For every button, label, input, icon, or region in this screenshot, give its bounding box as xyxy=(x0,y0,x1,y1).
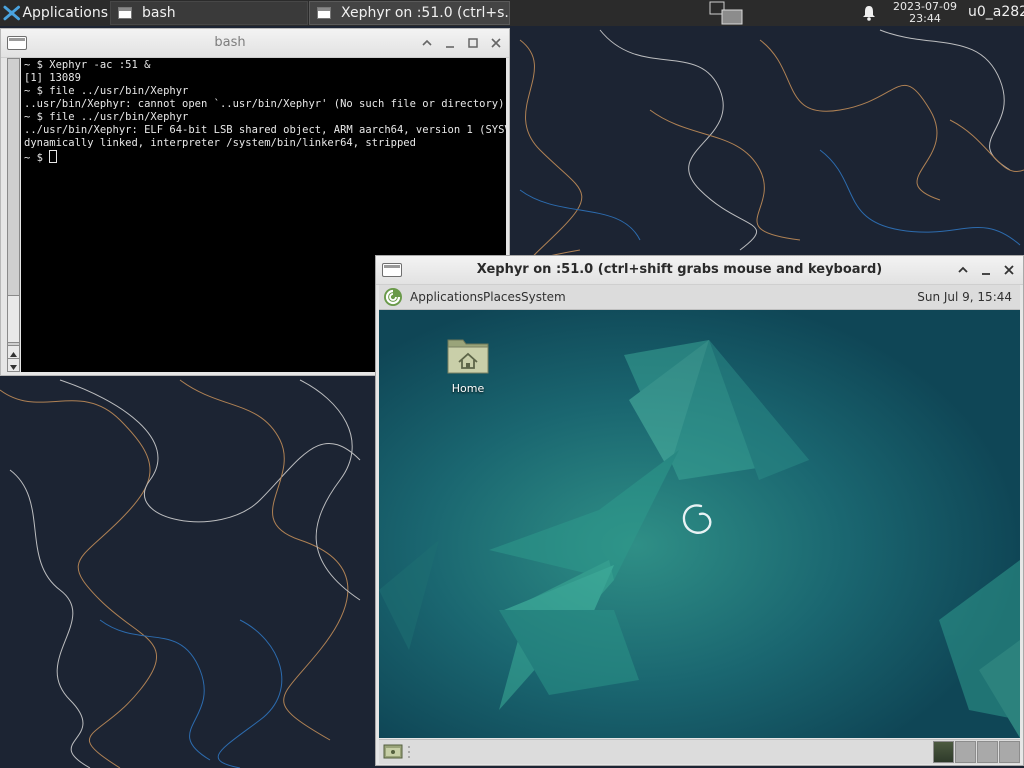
minimize-icon[interactable] xyxy=(442,35,458,51)
terminal-line: dynamically linked, interpreter /system/… xyxy=(24,137,416,149)
workspace-3[interactable] xyxy=(977,741,998,763)
workspace-switcher-icon[interactable] xyxy=(708,1,744,25)
applications-label: Applications xyxy=(22,5,108,21)
xephyr-window: Xephyr on :51.0 (ctrl+shift grabs mouse … xyxy=(375,255,1024,766)
panel-clock[interactable]: 2023-07-09 23:44 xyxy=(886,1,964,25)
workspace-1[interactable] xyxy=(933,741,954,763)
terminal-line: [1] 13089 xyxy=(24,72,81,84)
mate-bottom-panel xyxy=(379,739,1020,764)
top-panel: Applications bash Xephyr on :51.0 (ctrl+… xyxy=(0,0,1024,26)
taskbar-button-xephyr[interactable]: Xephyr on :51.0 (ctrl+s... xyxy=(309,1,510,25)
show-desktop-icon[interactable] xyxy=(383,743,403,760)
minimize-icon[interactable] xyxy=(978,262,994,278)
applications-menu[interactable]: Applications xyxy=(0,0,108,26)
window-menu-icon[interactable] xyxy=(7,36,27,50)
scroll-up-icon[interactable] xyxy=(8,345,19,358)
terminal-prompt: ~ $ xyxy=(24,152,50,164)
panel-handle-icon[interactable] xyxy=(407,744,411,760)
taskbar-label: Xephyr on :51.0 (ctrl+s... xyxy=(341,5,510,21)
home-folder-icon xyxy=(447,339,489,374)
menu-applications[interactable]: Applications xyxy=(410,285,483,309)
terminal-line: ~ $ file ../usr/bin/Xephyr xyxy=(24,85,189,97)
window-title: bash xyxy=(214,35,246,50)
shade-icon[interactable] xyxy=(955,262,971,278)
mate-top-panel: Applications Places System Sun Jul 9, 15… xyxy=(379,285,1020,310)
desktop-icon-label: Home xyxy=(451,382,485,395)
notification-bell-icon[interactable] xyxy=(862,5,876,21)
shade-icon[interactable] xyxy=(419,35,435,51)
scroll-down-icon[interactable] xyxy=(8,358,19,371)
taskbar-label: bash xyxy=(142,5,176,21)
window-title: Xephyr on :51.0 (ctrl+shift grabs mouse … xyxy=(476,262,883,277)
desktop-icon-home[interactable]: Home xyxy=(443,334,493,404)
workspace-4[interactable] xyxy=(999,741,1020,763)
taskbar-button-bash[interactable]: bash xyxy=(110,1,308,25)
window-titlebar[interactable]: Xephyr on :51.0 (ctrl+shift grabs mouse … xyxy=(376,256,1023,285)
window-icon xyxy=(317,7,331,19)
close-icon[interactable] xyxy=(1001,262,1017,278)
terminal-line: ../usr/bin/Xephyr: ELF 64-bit LSB shared… xyxy=(24,124,506,136)
xephyr-desktop[interactable]: Home xyxy=(379,310,1020,738)
xfce-logo-icon xyxy=(3,5,20,21)
terminal-scrollbar[interactable] xyxy=(7,58,20,372)
scrollbar-thumb[interactable] xyxy=(8,295,19,343)
terminal-line: ~ $ file ../usr/bin/Xephyr xyxy=(24,111,189,123)
maximize-icon[interactable] xyxy=(465,35,481,51)
terminal-line: ..usr/bin/Xephyr: cannot open `..usr/bin… xyxy=(24,98,505,110)
menu-system[interactable]: System xyxy=(521,285,566,309)
terminal-cursor xyxy=(49,150,58,163)
close-icon[interactable] xyxy=(488,35,504,51)
mate-panel-clock[interactable]: Sun Jul 9, 15:44 xyxy=(917,285,1012,309)
window-titlebar[interactable]: bash xyxy=(1,29,509,58)
window-menu-icon[interactable] xyxy=(382,263,402,277)
menu-places[interactable]: Places xyxy=(483,285,521,309)
terminal-prompt-line: ~ $ xyxy=(24,150,503,164)
terminal-line: ~ $ Xephyr -ac :51 & xyxy=(24,59,151,71)
clock-time: 23:44 xyxy=(909,12,941,25)
mate-logo-icon[interactable] xyxy=(383,287,403,307)
user-name[interactable]: u0_a282 xyxy=(968,4,1024,20)
workspace-2[interactable] xyxy=(955,741,976,763)
window-icon xyxy=(118,7,132,19)
